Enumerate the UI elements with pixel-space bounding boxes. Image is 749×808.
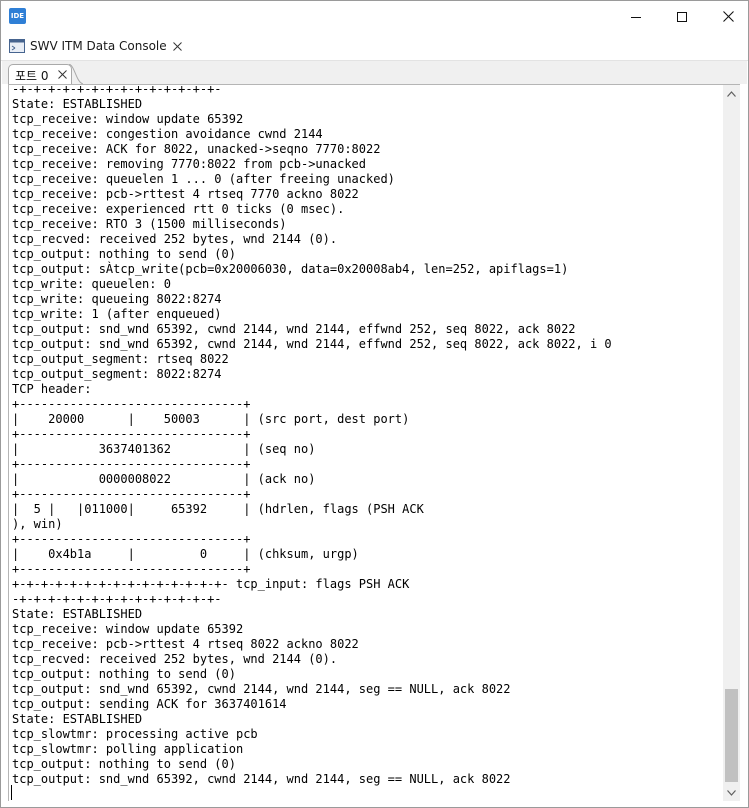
minimize-icon — [631, 16, 641, 18]
console-line: +-------------------------------+ — [12, 487, 251, 501]
console-line: tcp_receive: RTO 3 (1500 milliseconds) — [12, 217, 287, 231]
title-bar: IDE — [1, 1, 748, 32]
console-line: tcp_output: snd_wnd 65392, cwnd 2144, wn… — [12, 322, 576, 336]
console-line: tcp_output: nothing to send (0) — [12, 667, 236, 681]
console-line: tcp_output: sending ACK for 3637401614 — [12, 697, 287, 711]
ide-window: IDE SWV ITM Data Console 포트 0 -+-+-+-+-+… — [0, 0, 749, 808]
view-tab-swv-console[interactable]: SWV ITM Data Console — [5, 34, 186, 58]
console-line: State: ESTABLISHED — [12, 97, 143, 111]
console-line: tcp_receive: removing 7770:8022 from pcb… — [12, 157, 367, 171]
close-view-icon[interactable] — [172, 41, 182, 51]
console-line: tcp_receive: window update 65392 — [12, 622, 244, 636]
console-line: -+-+-+-+-+-+-+-+-+-+-+-+-+-+- — [12, 592, 222, 606]
maximize-button[interactable] — [659, 1, 705, 32]
console-line: tcp_receive: ACK for 8022, unacked->seqn… — [12, 142, 381, 156]
scroll-up-button[interactable] — [723, 85, 740, 102]
console-line: tcp_output: nothing to send (0) — [12, 757, 236, 771]
console-line: tcp_output: sÀtcp_write(pcb=0x20006030, … — [12, 262, 569, 276]
console-line: -+-+-+-+-+-+-+-+-+-+-+-+-+-+- — [12, 84, 222, 96]
console-line: | 0000008022 | (ack no) — [12, 472, 316, 486]
console-line: tcp_output_segment: rtseq 8022 — [12, 352, 229, 366]
console-line: tcp_recved: received 252 bytes, wnd 2144… — [12, 652, 338, 666]
console-line: tcp_write: queueing 8022:8274 — [12, 292, 222, 306]
console-line: tcp_receive: pcb->rttest 4 rtseq 7770 ac… — [12, 187, 359, 201]
console-line: tcp_write: 1 (after enqueued) — [12, 307, 222, 321]
console-line: tcp_receive: pcb->rttest 4 rtseq 8022 ac… — [12, 637, 359, 651]
scroll-down-arrow-icon — [727, 789, 736, 796]
scroll-down-button[interactable] — [723, 784, 740, 801]
minimize-button[interactable] — [613, 1, 659, 32]
console-line: +-------------------------------+ — [12, 397, 251, 411]
text-caret — [11, 785, 12, 800]
console-output[interactable]: -+-+-+-+-+-+-+-+-+-+-+-+-+-+- State: ESTA… — [8, 84, 724, 801]
vertical-scrollbar[interactable] — [723, 84, 740, 801]
console-tab-row: 포트 0 — [2, 61, 747, 85]
console-line: +-------------------------------+ — [12, 457, 251, 471]
console-line: +-+-+-+-+-+-+-+-+-+-+-+-+-+-+- tcp_input… — [12, 577, 410, 591]
scroll-up-arrow-icon — [727, 90, 736, 97]
console-line: State: ESTABLISHED — [12, 607, 143, 621]
console-line: | 3637401362 | (seq no) — [12, 442, 316, 456]
console-line: tcp_receive: congestion avoidance cwnd 2… — [12, 127, 323, 141]
tab-edge-curve — [69, 64, 83, 84]
console-line: tcp_output: snd_wnd 65392, cwnd 2144, wn… — [12, 682, 511, 696]
console-line: | 5 | |011000| 65392 | (hdrlen, flags (P… — [12, 502, 424, 516]
view-tab-label: SWV ITM Data Console — [30, 39, 167, 53]
console-line: tcp_output: snd_wnd 65392, cwnd 2144, wn… — [12, 337, 612, 351]
console-line: +-------------------------------+ — [12, 532, 251, 546]
console-line: tcp_output_segment: 8022:8274 — [12, 367, 222, 381]
console-lines: -+-+-+-+-+-+-+-+-+-+-+-+-+-+- State: ESTA… — [12, 84, 612, 787]
close-tab-icon[interactable] — [58, 70, 67, 79]
console-line: tcp_recved: received 252 bytes, wnd 2144… — [12, 232, 338, 246]
console-line: | 20000 | 50003 | (src port, dest port) — [12, 412, 410, 426]
app-icon: IDE — [9, 8, 26, 24]
console-line: +-------------------------------+ — [12, 427, 251, 441]
console-line: tcp_slowtmr: polling application — [12, 742, 244, 756]
console-view-icon — [9, 39, 25, 53]
console-line: tcp_output: snd_wnd 65392, cwnd 2144, wn… — [12, 772, 511, 786]
console-line: +-------------------------------+ — [12, 562, 251, 576]
console-line: tcp_receive: window update 65392 — [12, 112, 244, 126]
scrollbar-thumb[interactable] — [725, 689, 738, 782]
console-line: tcp_receive: experienced rtt 0 ticks (0 … — [12, 202, 345, 216]
tab-port-0-label: 포트 0 — [15, 69, 49, 83]
console-line: tcp_write: queuelen: 0 — [12, 277, 171, 291]
console-line: TCP header: — [12, 382, 92, 396]
console-line: tcp_output: nothing to send (0) — [12, 247, 236, 261]
console-line: ), win) — [12, 517, 63, 531]
close-window-button[interactable] — [705, 1, 749, 32]
maximize-icon — [677, 11, 687, 22]
console-line: State: ESTABLISHED — [12, 712, 143, 726]
view-toolbar: SWV ITM Data Console — [1, 32, 748, 85]
close-icon — [722, 11, 734, 22]
console-line: tcp_slowtmr: processing active pcb — [12, 727, 258, 741]
console-line: | 0x4b1a | 0 | (chksum, urgp) — [12, 547, 359, 561]
console-line: tcp_receive: queuelen 1 ... 0 (after fre… — [12, 172, 395, 186]
tab-port-0[interactable]: 포트 0 — [8, 64, 72, 85]
